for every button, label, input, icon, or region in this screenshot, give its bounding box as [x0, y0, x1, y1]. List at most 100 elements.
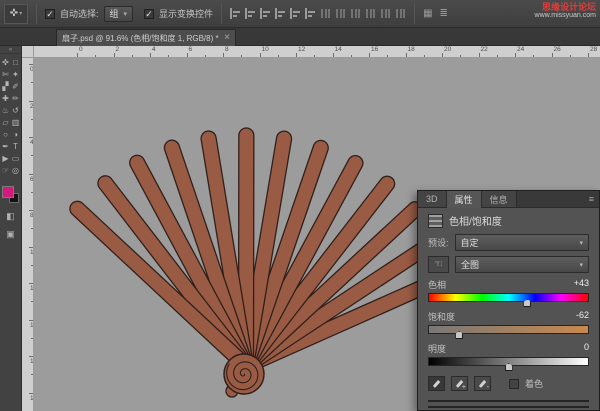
saturation-slider[interactable]: [428, 325, 589, 334]
ruler-tick: 6: [29, 174, 33, 175]
preset-select[interactable]: 自定 ▾: [455, 234, 589, 251]
ruler-tick: [132, 55, 133, 57]
channel-select[interactable]: 全图 ▾: [455, 256, 589, 273]
chevron-down-icon: ▾: [579, 261, 583, 269]
ruler-tick: [351, 55, 352, 57]
shape-tool[interactable]: ▭: [11, 152, 21, 164]
close-icon[interactable]: ×: [224, 33, 230, 43]
eraser-tool[interactable]: ▱: [1, 116, 11, 128]
distribute-horizontal-centers-icon[interactable]: [380, 8, 391, 19]
quick-mask-icon[interactable]: ◧: [6, 211, 15, 222]
gradient-tool[interactable]: ▥: [11, 116, 21, 128]
screen-mode-icon[interactable]: ▣: [6, 229, 15, 240]
auto-select-mode-dropdown[interactable]: 组 ▾: [104, 6, 134, 22]
lightness-slider[interactable]: [428, 357, 589, 366]
fan-knob: [226, 385, 238, 397]
adjustment-title: 色相/饱和度: [449, 213, 502, 228]
hand-tool[interactable]: ☞: [1, 164, 11, 176]
ruler-tick: [314, 55, 315, 57]
document-tab-bar: 扇子.psd @ 91.6% (色相/饱和度 1, RGB/8) * ×: [0, 28, 600, 46]
vertical-ruler[interactable]: 024681012141618: [22, 58, 34, 411]
ruler-tick: 28: [588, 53, 589, 57]
align-top-edges-icon[interactable]: [230, 8, 241, 19]
distribute-left-edges-icon[interactable]: [365, 8, 376, 19]
distribute-bottom-edges-icon[interactable]: [350, 8, 361, 19]
subtract-from-sample-eyedropper-icon[interactable]: [474, 376, 491, 391]
panel-tab-strip: 3D 属性 信息 ≡: [418, 191, 599, 208]
tab-3d[interactable]: 3D: [418, 191, 447, 207]
eyedropper-icon[interactable]: [428, 376, 445, 391]
ruler-tick: 26: [552, 53, 553, 57]
workspace-options-icon[interactable]: ≣: [440, 8, 448, 19]
move-tool[interactable]: ✜: [1, 56, 11, 68]
align-bottom-edges-icon[interactable]: [260, 8, 271, 19]
tool-preset-picker[interactable]: ✜ ▾: [4, 4, 28, 24]
adjustment-header: 色相/饱和度: [428, 213, 589, 228]
document-tab[interactable]: 扇子.psd @ 91.6% (色相/饱和度 1, RGB/8) * ×: [56, 29, 236, 46]
document-tab-title: 扇子.psd @ 91.6% (色相/饱和度 1, RGB/8) *: [62, 33, 219, 44]
foreground-color-swatch[interactable]: [2, 186, 14, 198]
ruler-tick: [31, 265, 33, 266]
align-left-edges-icon[interactable]: [275, 8, 286, 19]
clone-stamp-tool[interactable]: ♨: [1, 104, 11, 116]
fan-blade: [95, 173, 252, 371]
hue-slider-thumb[interactable]: [523, 299, 531, 307]
chevron-down-icon: ▾: [19, 10, 22, 17]
move-tool-icon: ✜: [10, 8, 18, 19]
site-watermark: 思缘设计论坛 www.missyuan.com: [535, 2, 596, 20]
colorize-checkbox[interactable]: [509, 379, 519, 389]
brush-tool[interactable]: ✏: [11, 92, 21, 104]
history-brush-tool[interactable]: ↺: [11, 104, 21, 116]
tab-properties[interactable]: 属性: [447, 191, 482, 208]
type-tool[interactable]: T: [11, 140, 21, 152]
hue-label: 色相: [428, 278, 446, 291]
add-to-sample-eyedropper-icon[interactable]: [451, 376, 468, 391]
show-transform-checkbox[interactable]: [144, 9, 154, 19]
distribute-top-edges-icon[interactable]: [320, 8, 331, 19]
ruler-tick: 16: [29, 356, 33, 357]
rectangular-marquee-tool[interactable]: □: [11, 56, 21, 68]
zoom-tool[interactable]: ◎: [11, 164, 21, 176]
lasso-tool[interactable]: ✄: [1, 68, 11, 80]
blur-tool[interactable]: ○: [1, 128, 11, 140]
align-horizontal-centers-icon[interactable]: [290, 8, 301, 19]
hue-value: +43: [574, 278, 589, 291]
align-right-edges-icon[interactable]: [305, 8, 316, 19]
lightness-slider-thumb[interactable]: [505, 363, 513, 371]
tab-info[interactable]: 信息: [482, 191, 517, 207]
ruler-tick: 16: [369, 53, 370, 57]
color-swatches: [2, 186, 19, 203]
photoshop-window: ✜ ▾ 自动选择: 组 ▾ 显示变换控件 ▦≣ 思缘设计论坛 www.missy…: [0, 0, 600, 411]
saturation-label: 饱和度: [428, 310, 455, 323]
auto-select-checkbox[interactable]: [45, 9, 55, 19]
path-selection-tool[interactable]: ▶: [1, 152, 11, 164]
hue-slider[interactable]: [428, 293, 589, 302]
lightness-slider-block: 明度 0: [428, 342, 589, 374]
tools-collapse-icon[interactable]: «: [0, 46, 21, 54]
saturation-slider-thumb[interactable]: [455, 331, 463, 339]
distribute-right-edges-icon[interactable]: [395, 8, 406, 19]
horizontal-ruler[interactable]: 0246810121416182022242628: [34, 46, 600, 58]
pen-tool[interactable]: ✒: [1, 140, 11, 152]
pointing-hand-icon: ☜: [434, 259, 443, 270]
targeted-adjustment-button[interactable]: ☜: [428, 256, 449, 273]
eyedropper-tool[interactable]: ✐: [11, 80, 21, 92]
dodge-tool[interactable]: ◑: [11, 128, 21, 140]
distribute-vertical-centers-icon[interactable]: [335, 8, 346, 19]
auto-align-layers-icon[interactable]: ▦: [423, 8, 432, 19]
ruler-tick: 12: [29, 283, 33, 284]
ruler-tick: 24: [515, 53, 516, 57]
quick-selection-tool[interactable]: ✦: [11, 68, 21, 80]
ruler-tick: 8: [223, 53, 224, 57]
healing-brush-tool[interactable]: ✚: [1, 92, 11, 104]
crop-tool[interactable]: ▞: [1, 80, 11, 92]
align-vertical-centers-icon[interactable]: [245, 8, 256, 19]
ruler-tick: 12: [296, 53, 297, 57]
eyedropper-row: 着色: [428, 376, 589, 391]
fan-blade: [239, 138, 330, 368]
ruler-tick: [31, 374, 33, 375]
ruler-tick: 20: [442, 53, 443, 57]
fan-blade: [239, 130, 293, 367]
panel-menu-icon[interactable]: ≡: [589, 191, 599, 207]
ruler-origin-corner[interactable]: [22, 46, 34, 58]
